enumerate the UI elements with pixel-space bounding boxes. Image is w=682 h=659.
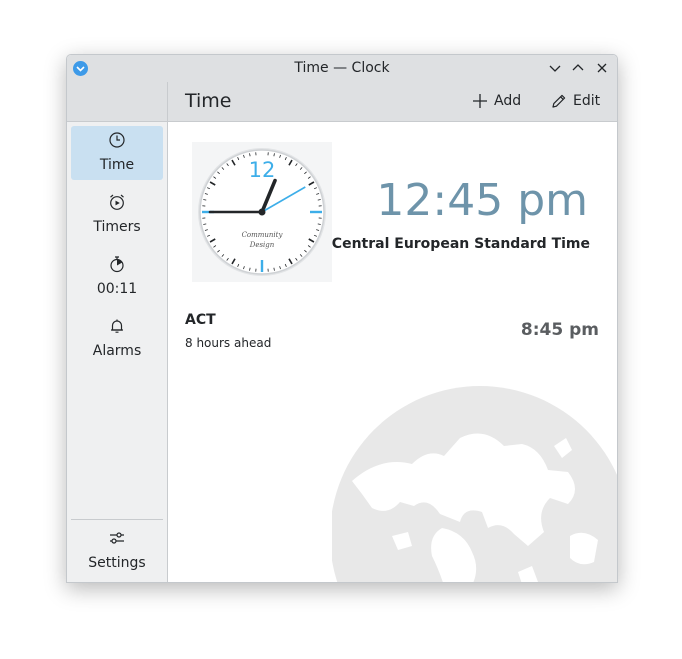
stopwatch-icon	[110, 256, 124, 273]
sidebar-item-alarms[interactable]: Alarms	[71, 312, 163, 366]
maximize-button[interactable]	[569, 59, 587, 77]
page-title: Time	[185, 90, 232, 112]
sidebar-item-time[interactable]: Time	[71, 126, 163, 180]
sidebar-item-stopwatch[interactable]: 00:11	[71, 250, 163, 304]
window-title: Time — Clock	[294, 60, 390, 76]
sidebar-divider	[71, 519, 163, 520]
title-bar[interactable]: Time — Clock	[67, 55, 617, 82]
plus-icon	[473, 94, 487, 108]
clock-center-pin	[258, 208, 266, 216]
pencil-icon	[552, 94, 566, 108]
sidebar-item-label: Time	[99, 157, 135, 173]
sidebar-item-settings[interactable]: Settings	[71, 524, 163, 578]
chevron-up-icon	[572, 64, 584, 71]
clock-numeral: 12	[249, 158, 276, 182]
page-header: Time Add Edit	[168, 82, 617, 122]
add-button[interactable]: Add	[472, 91, 526, 113]
add-button-label: Add	[494, 93, 522, 109]
minimize-button[interactable]	[546, 59, 564, 77]
edit-button-label: Edit	[573, 93, 601, 109]
clock-icon	[109, 132, 125, 148]
clock-brand-line2: Design	[249, 241, 275, 249]
timer-icon	[110, 194, 124, 210]
close-button[interactable]	[593, 59, 611, 77]
sidebar-item-label: 00:11	[96, 281, 138, 297]
local-time: 12:45 pm	[376, 175, 588, 226]
sidebar-item-label: Settings	[88, 555, 146, 571]
bell-icon	[111, 319, 123, 333]
sidebar-item-timers[interactable]: Timers	[71, 188, 163, 242]
world-clock-offset: 8 hours ahead	[185, 336, 272, 350]
world-clock-time: 8:45 pm	[520, 320, 599, 340]
close-icon	[597, 63, 607, 73]
main-content: 12 Community Design 12:45 pm Central Eur…	[168, 122, 617, 582]
sidebar-item-label: Timers	[93, 219, 141, 235]
sidebar: Time Timers 00:11 Alarms Settings	[67, 82, 168, 582]
sidebar-item-label: Alarms	[92, 343, 142, 359]
world-clock-city: ACT	[185, 312, 216, 328]
clock-brand-line1: Community	[242, 231, 284, 239]
clock-window: Time — Clock Time Timers 00:11 Alarms Se…	[66, 54, 618, 583]
analog-clock: 12 Community Design	[192, 142, 332, 282]
timezone-name: Central European Standard Time	[331, 236, 590, 252]
settings-sliders-icon	[110, 532, 124, 544]
chevron-down-icon	[549, 65, 561, 72]
edit-button[interactable]: Edit	[551, 91, 607, 113]
globe-watermark-icon	[332, 386, 617, 582]
sidebar-header	[67, 82, 167, 122]
